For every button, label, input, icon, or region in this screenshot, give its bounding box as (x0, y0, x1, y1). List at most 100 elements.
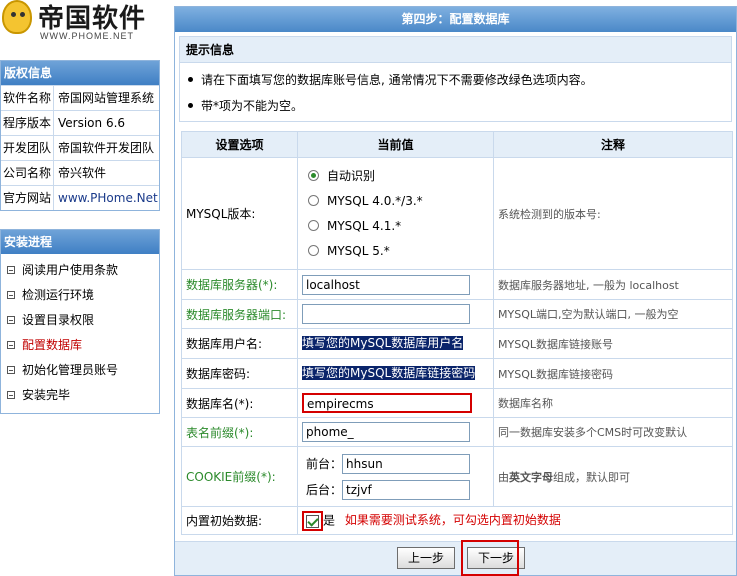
mascot-icon (2, 0, 32, 34)
mysql-options: 自动识别 MYSQL 4.0.*/3.* MYSQL 4.1.* MYSQL 5… (297, 157, 494, 270)
minus-box-icon (7, 265, 15, 274)
info-row: 公司名称 帝兴软件 (1, 160, 159, 185)
info-key: 官方网站 (1, 186, 54, 210)
cookie-front-input[interactable]: hhsun (342, 454, 471, 474)
info-key: 开发团队 (1, 136, 54, 160)
host-note: 数据库服务器地址, 一般为 localhost (493, 269, 733, 300)
minus-box-icon (7, 390, 15, 399)
step-label: 阅读用户使用条款 (22, 263, 119, 277)
cookie-front-label: 前台： (306, 456, 343, 471)
bullet-icon (188, 103, 193, 108)
step-label: 安装完毕 (22, 388, 71, 402)
tip-item: 请在下面填写您的数据库账号信息, 通常情况下不需要修改绿色选项内容。 (188, 67, 723, 93)
radio-icon[interactable] (308, 219, 319, 231)
dbname-label: 数据库名(*): (181, 388, 298, 418)
mysql-option-40[interactable]: MYSQL 4.0.*/3.* (302, 189, 489, 214)
tip-item: 带*项为不能为空。 (188, 93, 723, 119)
info-key: 公司名称 (1, 161, 54, 185)
step-label: 初始化管理员账号 (22, 363, 119, 377)
table-row-cookie: COOKIE前缀(*): 前台： hhsun 后台： tzjvf 由英文字母组成，默… (181, 446, 733, 507)
mysql-option-41[interactable]: MYSQL 4.1.* (302, 214, 489, 239)
table-row-dbname: 数据库名(*): empirecms 数据库名称 (181, 388, 733, 418)
port-label: 数据库服务器端口: (181, 299, 298, 329)
step-item: 阅读用户使用条款 (1, 258, 159, 283)
host-label: 数据库服务器(*): (181, 269, 298, 300)
minus-box-icon (7, 365, 15, 374)
main-panel: 第四步：配置数据库 提示信息 请在下面填写您的数据库账号信息, 通常情况下不需要… (174, 6, 737, 576)
table-row-password: 数据库密码: 填写您的MySQL数据库链接密码 MYSQL数据库链接密码 (181, 358, 733, 389)
tips-box: 提示信息 请在下面填写您的数据库账号信息, 通常情况下不需要修改绿色选项内容。 … (179, 36, 732, 122)
password-input[interactable]: 填写您的MySQL数据库链接密码 (302, 365, 476, 380)
copyright-panel: 版权信息 软件名称 帝国网站管理系统 程序版本 Version 6.6 开发团队… (0, 60, 160, 211)
mysql-label: MYSQL版本: (181, 157, 298, 270)
radio-icon[interactable] (308, 244, 319, 256)
copyright-title: 版权信息 (1, 61, 159, 85)
table-row-prefix: 表名前缀(*): phome_ 同一数据库安装多个CMS时可改变默认 (181, 417, 733, 447)
password-label: 数据库密码: (181, 358, 298, 389)
radio-icon[interactable] (308, 194, 319, 206)
table-row-port: 数据库服务器端口: MYSQL端口,空为默认端口, 一般为空 (181, 299, 733, 329)
info-value: 帝国网站管理系统 (58, 91, 155, 105)
table-header-row: 设置选项 当前值 注释 (181, 131, 733, 158)
info-row: 软件名称 帝国网站管理系统 (1, 85, 159, 110)
initdata-checkbox-label: 是 (323, 513, 336, 527)
cookie-back-input[interactable]: tzjvf (342, 480, 471, 500)
step-label: 设置目录权限 (22, 313, 95, 327)
radio-checked-icon[interactable] (308, 169, 319, 181)
prev-step-button[interactable]: 上一步 (397, 547, 456, 569)
user-label: 数据库用户名: (181, 328, 298, 359)
port-input[interactable] (302, 304, 470, 324)
user-input[interactable]: 填写您的MySQL数据库用户名 (302, 335, 464, 350)
progress-title: 安装进程 (1, 230, 159, 254)
tips-title: 提示信息 (180, 37, 731, 63)
info-value: 帝兴软件 (58, 166, 107, 180)
official-site-link[interactable]: www.PHome.Net (54, 186, 159, 210)
minus-box-icon (7, 290, 15, 299)
prefix-note: 同一数据库安装多个CMS时可改变默认 (493, 417, 733, 447)
column-header-note: 注释 (493, 131, 733, 158)
table-row-mysql: MYSQL版本: 自动识别 MYSQL 4.0.*/3.* MYSQL 4.1.… (181, 157, 733, 270)
tip-text: 请在下面填写您的数据库账号信息, 通常情况下不需要修改绿色选项内容。 (201, 73, 593, 87)
column-header-value: 当前值 (297, 131, 494, 158)
info-key: 程序版本 (1, 111, 54, 135)
initdata-label: 内置初始数据: (181, 506, 298, 535)
initdata-checkbox[interactable] (306, 514, 319, 528)
tip-text: 带*项为不能为空。 (201, 99, 304, 113)
cookie-note: 由英文字母组成，默认即可 (493, 446, 733, 507)
prefix-input[interactable]: phome_ (302, 422, 470, 442)
table-row-initdata: 内置初始数据: 是 如果需要测试系统，可勾选内置初始数据 (181, 506, 733, 535)
step-item: 初始化管理员账号 (1, 358, 159, 383)
step-item: 安装完毕 (1, 383, 159, 408)
dbname-input[interactable]: empirecms (302, 393, 472, 413)
step-item: 检测运行环境 (1, 283, 159, 308)
table-row-user: 数据库用户名: 填写您的MySQL数据库用户名 MYSQL数据库链接账号 (181, 328, 733, 359)
password-note: MYSQL数据库链接密码 (493, 358, 733, 389)
footer-bar: 上一步 下一步 (175, 540, 736, 576)
step-label: 配置数据库 (22, 338, 83, 352)
info-value: Version 6.6 (58, 116, 126, 130)
mysql-note: 系统检测到的版本号: (493, 157, 733, 270)
info-row: 开发团队 帝国软件开发团队 (1, 135, 159, 160)
logo-name: 帝国软件 (38, 4, 147, 34)
step-label: 检测运行环境 (22, 288, 95, 302)
cookie-label: COOKIE前缀(*): (181, 446, 298, 507)
page-title: 第四步：配置数据库 (175, 7, 736, 32)
port-note: MYSQL端口,空为默认端口, 一般为空 (493, 299, 733, 329)
mysql-option-auto[interactable]: 自动识别 (302, 164, 489, 189)
logo: 帝国软件 WWW.PHOME.NET (0, 0, 168, 50)
initdata-hint: 如果需要测试系统，可勾选内置初始数据 (344, 513, 561, 527)
dbname-note: 数据库名称 (493, 388, 733, 418)
step-item: 设置目录权限 (1, 308, 159, 333)
config-table: 设置选项 当前值 注释 MYSQL版本: 自动识别 MYSQL 4.0.*/3.… (181, 131, 733, 535)
host-input[interactable]: localhost (302, 274, 470, 295)
next-step-button[interactable]: 下一步 (467, 547, 526, 569)
mysql-option-5[interactable]: MYSQL 5.* (302, 239, 489, 264)
table-row-host: 数据库服务器(*): localhost 数据库服务器地址, 一般为 local… (181, 269, 733, 300)
install-progress-panel: 安装进程 阅读用户使用条款 检测运行环境 设置目录权限 配置数据库 初始化管理员… (0, 229, 160, 414)
prefix-label: 表名前缀(*): (181, 417, 298, 447)
logo-url: WWW.PHOME.NET (40, 31, 134, 41)
step-item-current: 配置数据库 (1, 333, 159, 358)
user-note: MYSQL数据库链接账号 (493, 328, 733, 359)
column-header-option: 设置选项 (181, 131, 298, 158)
info-row: 程序版本 Version 6.6 (1, 110, 159, 135)
